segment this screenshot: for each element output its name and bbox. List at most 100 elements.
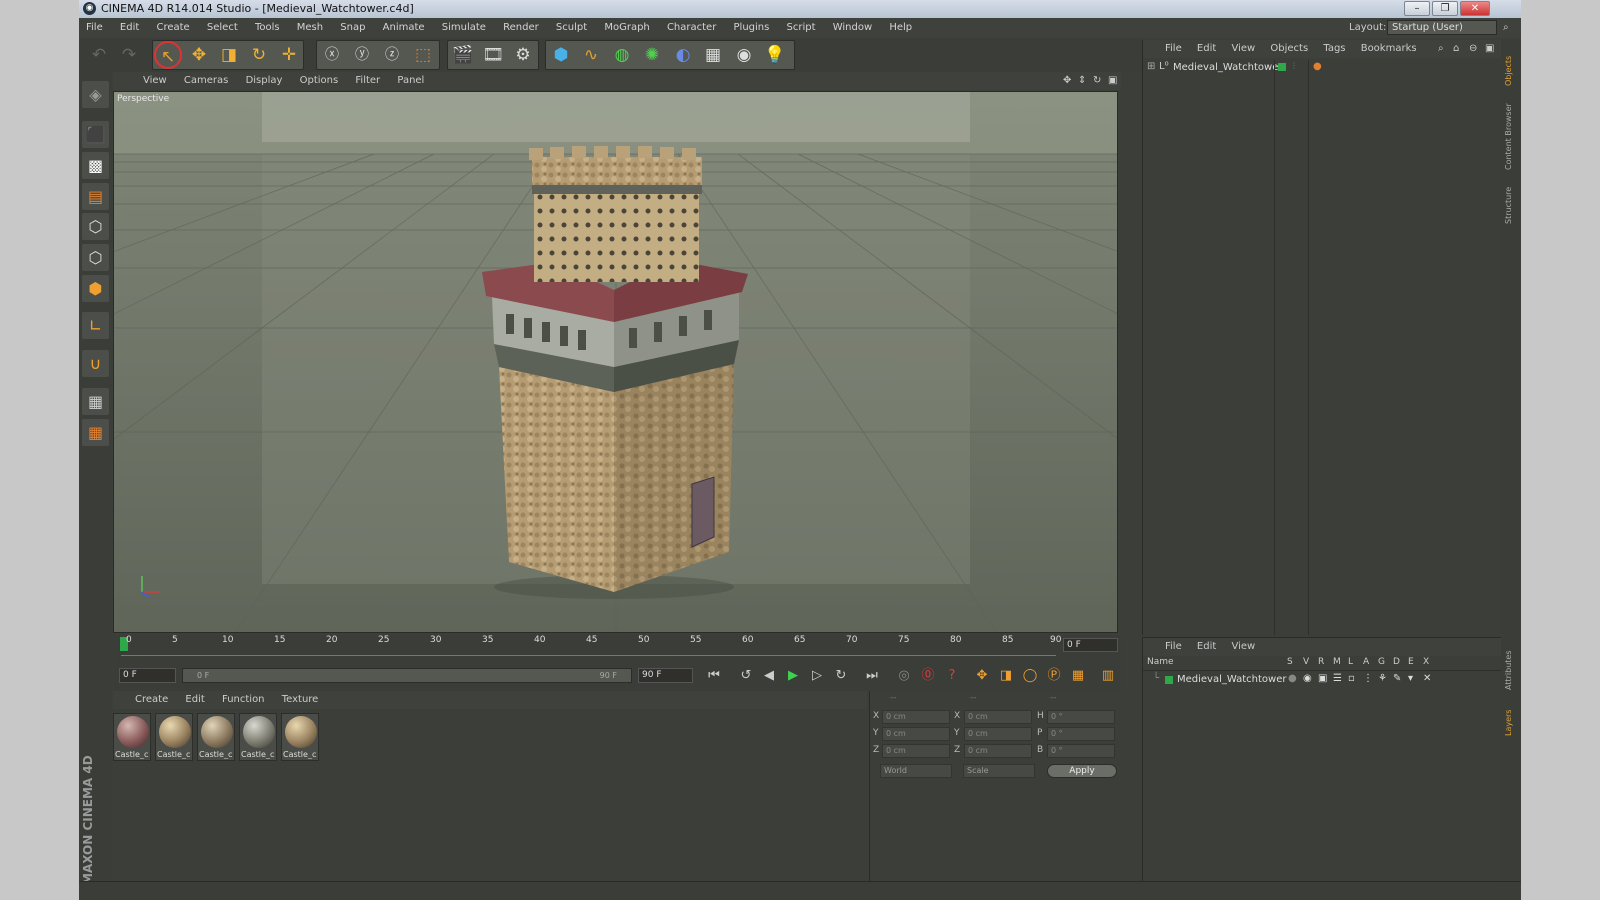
model-mode-icon[interactable]: ⬛ xyxy=(82,121,109,148)
viewport-zoom-icon[interactable]: ⇕ xyxy=(1078,72,1086,90)
key-parameter-icon[interactable]: Ⓟ xyxy=(1043,665,1065,687)
light-icon[interactable]: 💡 xyxy=(761,41,789,69)
layer-menu-file[interactable]: File xyxy=(1165,641,1182,652)
object-search-icon[interactable]: ⌕ xyxy=(1438,40,1444,58)
xref-toggle-icon[interactable]: ✕ xyxy=(1423,673,1431,684)
viewport-menu-display[interactable]: Display xyxy=(246,72,291,90)
viewport-menu-view[interactable]: View xyxy=(143,72,175,90)
axis-mode-icon[interactable]: ∟ xyxy=(82,312,109,339)
object-link-icon[interactable]: ⊖ xyxy=(1469,40,1477,58)
menu-tools[interactable]: Tools xyxy=(248,18,287,38)
viewport-pan-icon[interactable]: ✥ xyxy=(1063,72,1071,90)
visibility-editor-dot[interactable] xyxy=(1278,63,1286,71)
material-swatch[interactable]: Castle_c xyxy=(281,713,319,761)
layer-row[interactable]: └ Medieval_Watchtower ● ◉ ▣ ☰ ▫ ⋮ ⚘ ✎ ▾ … xyxy=(1143,672,1503,688)
camera-icon[interactable]: ◉ xyxy=(730,41,758,69)
object-menu-file[interactable]: File xyxy=(1165,40,1182,58)
minimize-button[interactable]: – xyxy=(1404,1,1430,16)
viewport-menu-filter[interactable]: Filter xyxy=(355,72,388,90)
visibility-render-dot[interactable]: ⋮ xyxy=(1290,61,1298,70)
size-mode-select[interactable]: Scale xyxy=(963,764,1035,778)
search-icon[interactable]: ⌕ xyxy=(1503,18,1509,38)
floor-scene-icon[interactable]: ▦ xyxy=(699,41,727,69)
lock-toggle-icon[interactable]: ▫ xyxy=(1348,673,1355,684)
rot-b-field[interactable]: 0 ° xyxy=(1047,744,1115,758)
menu-snap[interactable]: Snap xyxy=(333,18,372,38)
size-y-field[interactable]: 0 cm xyxy=(964,727,1032,741)
menu-mograph[interactable]: MoGraph xyxy=(597,18,656,38)
live-selection-icon[interactable]: ↖ xyxy=(154,41,182,69)
rotate-icon[interactable]: ↻ xyxy=(245,41,273,69)
subdivision-surface-icon[interactable]: ◍ xyxy=(608,41,636,69)
object-row[interactable]: ⊞ L⁰ Medieval_Watchtower ⋮ ● xyxy=(1143,60,1503,78)
mograph-cloner-icon[interactable]: ✺ xyxy=(638,41,666,69)
deformer-icon[interactable]: ◐ xyxy=(669,41,697,69)
tab-content-browser[interactable]: Content Browser xyxy=(1504,90,1518,170)
timeline-ruler[interactable]: 0 5 10 15 20 25 30 35 40 45 50 55 60 65 … xyxy=(113,635,1121,661)
object-menu-bookmarks[interactable]: Bookmarks xyxy=(1361,40,1417,58)
menu-simulate[interactable]: Simulate xyxy=(435,18,493,38)
coordinate-space-select[interactable]: World xyxy=(880,764,952,778)
viewport-rotate-icon[interactable]: ↻ xyxy=(1093,72,1101,90)
texture-mode-icon[interactable]: ▩ xyxy=(82,152,109,179)
rot-h-field[interactable]: 0 ° xyxy=(1047,710,1115,724)
menu-animate[interactable]: Animate xyxy=(376,18,432,38)
object-menu-tags[interactable]: Tags xyxy=(1323,40,1345,58)
object-menu-view[interactable]: View xyxy=(1231,40,1255,58)
previous-key-icon[interactable]: ↺ xyxy=(735,665,757,687)
viewport-menu-cameras[interactable]: Cameras xyxy=(184,72,236,90)
material-menu-function[interactable]: Function xyxy=(222,691,265,709)
material-menu-create[interactable]: Create xyxy=(135,691,168,709)
undo-icon[interactable]: ↶ xyxy=(85,41,113,69)
menu-mesh[interactable]: Mesh xyxy=(290,18,330,38)
layer-menu-view[interactable]: View xyxy=(1231,641,1255,652)
menu-window[interactable]: Window xyxy=(826,18,879,38)
view-toggle-icon[interactable]: ◉ xyxy=(1303,673,1312,684)
viewport-menu-options[interactable]: Options xyxy=(300,72,347,90)
material-swatch[interactable]: Castle_c xyxy=(113,713,151,761)
workplane-lock-icon[interactable]: ▦ xyxy=(82,388,109,415)
tab-layers[interactable]: Layers xyxy=(1504,696,1518,736)
manager-toggle-icon[interactable]: ☰ xyxy=(1333,673,1342,684)
menu-create[interactable]: Create xyxy=(149,18,196,38)
menu-plugins[interactable]: Plugins xyxy=(727,18,777,38)
menu-file[interactable]: File xyxy=(79,18,110,38)
solo-toggle-icon[interactable]: ● xyxy=(1288,673,1297,684)
keyframe-selection-icon[interactable]: ? xyxy=(941,665,963,687)
go-to-start-icon[interactable]: ⏮ xyxy=(703,665,725,687)
previous-frame-icon[interactable]: ◀ xyxy=(758,665,780,687)
render-settings-icon[interactable]: ⚙ xyxy=(509,41,537,69)
key-scale-icon[interactable]: ◨ xyxy=(995,665,1017,687)
object-menu-objects[interactable]: Objects xyxy=(1270,40,1308,58)
viewport-maximize-icon[interactable]: ▣ xyxy=(1108,72,1117,90)
expand-icon[interactable]: ⊞ xyxy=(1147,61,1155,72)
polygons-mode-icon[interactable]: ⬢ xyxy=(82,275,109,302)
z-axis-icon[interactable]: ⓩ xyxy=(378,41,406,69)
material-swatch[interactable]: Castle_c xyxy=(197,713,235,761)
perspective-viewport[interactable]: Perspective xyxy=(113,91,1118,633)
transform-icon[interactable]: ✛ xyxy=(275,41,303,69)
next-key-icon[interactable]: ↻ xyxy=(830,665,852,687)
coordinate-system-icon[interactable]: ⬚ xyxy=(409,41,437,69)
menu-sculpt[interactable]: Sculpt xyxy=(549,18,594,38)
make-editable-icon[interactable]: ◈ xyxy=(82,81,109,108)
pos-x-field[interactable]: 0 cm xyxy=(882,710,950,724)
render-toggle-icon[interactable]: ▣ xyxy=(1318,673,1327,684)
tab-objects[interactable]: Objects xyxy=(1504,46,1518,86)
menu-character[interactable]: Character xyxy=(660,18,723,38)
end-frame-field[interactable]: 90 F xyxy=(638,668,693,683)
move-icon[interactable]: ✥ xyxy=(185,41,213,69)
key-rotation-icon[interactable]: ◯ xyxy=(1019,665,1041,687)
scale-icon[interactable]: ◨ xyxy=(215,41,243,69)
render-view-icon[interactable]: 🎬 xyxy=(449,41,477,69)
material-menu-edit[interactable]: Edit xyxy=(185,691,204,709)
points-mode-icon[interactable]: ⬡ xyxy=(82,213,109,240)
menu-help[interactable]: Help xyxy=(882,18,919,38)
cube-primitive-icon[interactable]: ⬢ xyxy=(547,41,575,69)
layer-color-swatch[interactable] xyxy=(1165,676,1173,684)
layer-menu-edit[interactable]: Edit xyxy=(1197,641,1216,652)
size-z-field[interactable]: 0 cm xyxy=(964,744,1032,758)
tab-structure[interactable]: Structure xyxy=(1504,174,1518,224)
expression-toggle-icon[interactable]: ▾ xyxy=(1408,673,1413,684)
quantize-icon[interactable]: ▦ xyxy=(82,419,109,446)
